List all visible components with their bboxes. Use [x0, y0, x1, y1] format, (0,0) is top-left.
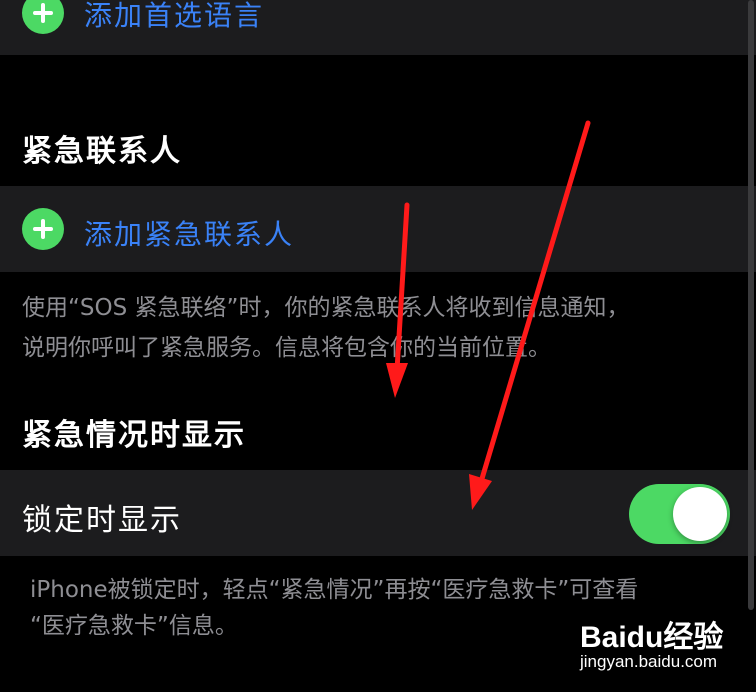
- baidu-watermark: Baidu经验 jingyan.baidu.com: [580, 612, 730, 676]
- watermark-url: jingyan.baidu.com: [580, 652, 718, 671]
- annotation-arrows: [386, 120, 591, 510]
- arrow-right-head: [469, 474, 492, 510]
- arrow-left-head: [386, 363, 408, 398]
- arrow-right-shaft: [478, 120, 591, 485]
- watermark-brand: Baidu经验: [580, 621, 724, 654]
- arrow-left-shaft: [394, 202, 410, 373]
